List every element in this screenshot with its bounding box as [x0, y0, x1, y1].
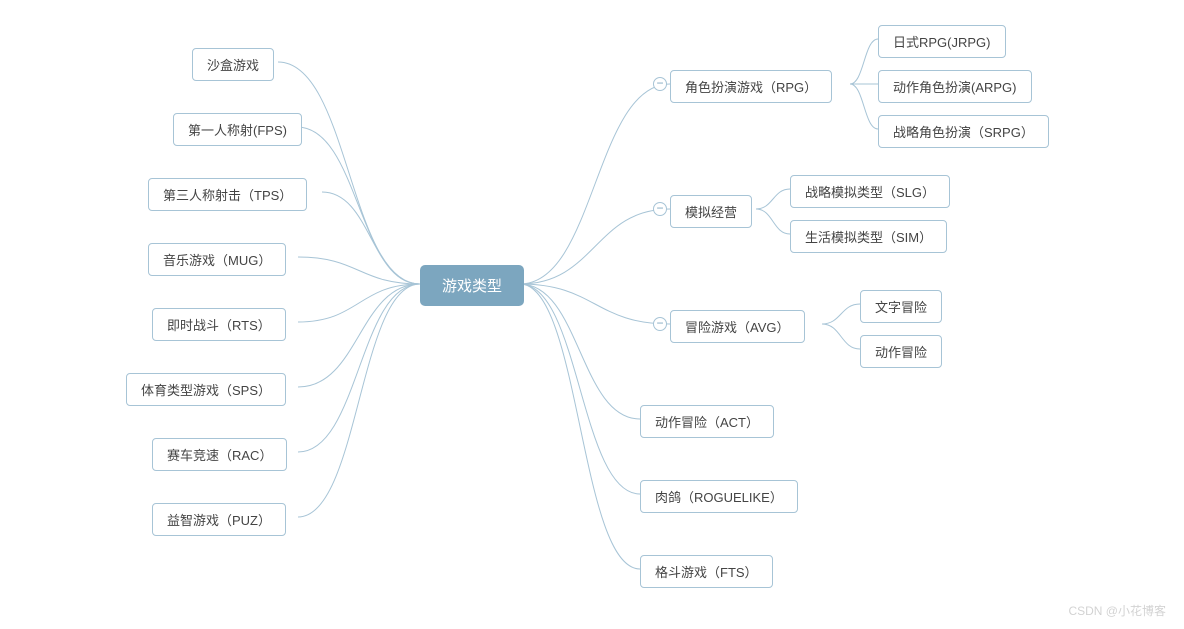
node-label: 战略角色扮演（SRPG）	[893, 125, 1034, 140]
node-label: 益智游戏（PUZ）	[167, 513, 271, 528]
collapse-toggle-avg[interactable]: −	[653, 317, 667, 331]
left-node-sps[interactable]: 体育类型游戏（SPS）	[126, 373, 286, 406]
node-label: 角色扮演游戏（RPG）	[685, 80, 817, 95]
node-label: 第一人称射(FPS)	[188, 123, 287, 138]
node-label: 日式RPG(JRPG)	[893, 35, 991, 50]
node-label: 音乐游戏（MUG）	[163, 253, 271, 268]
child-node-simlife[interactable]: 生活模拟类型（SIM）	[790, 220, 947, 253]
node-label: 动作冒险（ACT）	[655, 415, 759, 430]
node-label: 动作角色扮演(ARPG)	[893, 80, 1017, 95]
root-node-root[interactable]: 游戏类型	[420, 265, 524, 306]
left-node-rac[interactable]: 赛车竞速（RAC）	[152, 438, 287, 471]
node-label: 冒险游戏（AVG）	[685, 320, 790, 335]
right-node-act[interactable]: 动作冒险（ACT）	[640, 405, 774, 438]
node-label: 即时战斗（RTS）	[167, 318, 271, 333]
left-node-puz[interactable]: 益智游戏（PUZ）	[152, 503, 286, 536]
right-node-rogue[interactable]: 肉鸽（ROGUELIKE）	[640, 480, 798, 513]
mindmap-canvas: 游戏类型 沙盒游戏第一人称射(FPS) 第三人称射击（TPS） 音乐游戏（MUG） 即时…	[0, 0, 1184, 629]
left-node-tps[interactable]: 第三人称射击（TPS）	[148, 178, 307, 211]
watermark: CSDN @小花博客	[1068, 602, 1166, 619]
node-label: 肉鸽（ROGUELIKE）	[655, 490, 783, 505]
node-label: 格斗游戏（FTS）	[655, 565, 758, 580]
node-label: 动作冒险	[875, 345, 927, 360]
child-node-slg[interactable]: 战略模拟类型（SLG）	[790, 175, 950, 208]
collapse-toggle-rpg[interactable]: −	[653, 77, 667, 91]
node-label: 生活模拟类型（SIM）	[805, 230, 932, 245]
collapse-toggle-sim[interactable]: −	[653, 202, 667, 216]
child-node-textadv[interactable]: 文字冒险	[860, 290, 942, 323]
left-node-fps[interactable]: 第一人称射(FPS)	[173, 113, 302, 146]
right-node-rpg[interactable]: 角色扮演游戏（RPG）	[670, 70, 832, 103]
node-label: 体育类型游戏（SPS）	[141, 383, 271, 398]
left-node-sandbox[interactable]: 沙盒游戏	[192, 48, 274, 81]
left-node-rts[interactable]: 即时战斗（RTS）	[152, 308, 286, 341]
right-node-avg[interactable]: 冒险游戏（AVG）	[670, 310, 805, 343]
right-node-sim[interactable]: 模拟经营	[670, 195, 752, 228]
node-label: 沙盒游戏	[207, 58, 259, 73]
node-label: 文字冒险	[875, 300, 927, 315]
child-node-arpg[interactable]: 动作角色扮演(ARPG)	[878, 70, 1032, 103]
node-label: 游戏类型	[442, 278, 502, 295]
node-label: 第三人称射击（TPS）	[163, 188, 292, 203]
left-node-mug[interactable]: 音乐游戏（MUG）	[148, 243, 286, 276]
node-label: 模拟经营	[685, 205, 737, 220]
child-node-actionadv[interactable]: 动作冒险	[860, 335, 942, 368]
node-label: 战略模拟类型（SLG）	[805, 185, 935, 200]
right-node-fts[interactable]: 格斗游戏（FTS）	[640, 555, 773, 588]
node-label: 赛车竞速（RAC）	[167, 448, 272, 463]
child-node-srpg[interactable]: 战略角色扮演（SRPG）	[878, 115, 1049, 148]
child-node-jrpg[interactable]: 日式RPG(JRPG)	[878, 25, 1006, 58]
